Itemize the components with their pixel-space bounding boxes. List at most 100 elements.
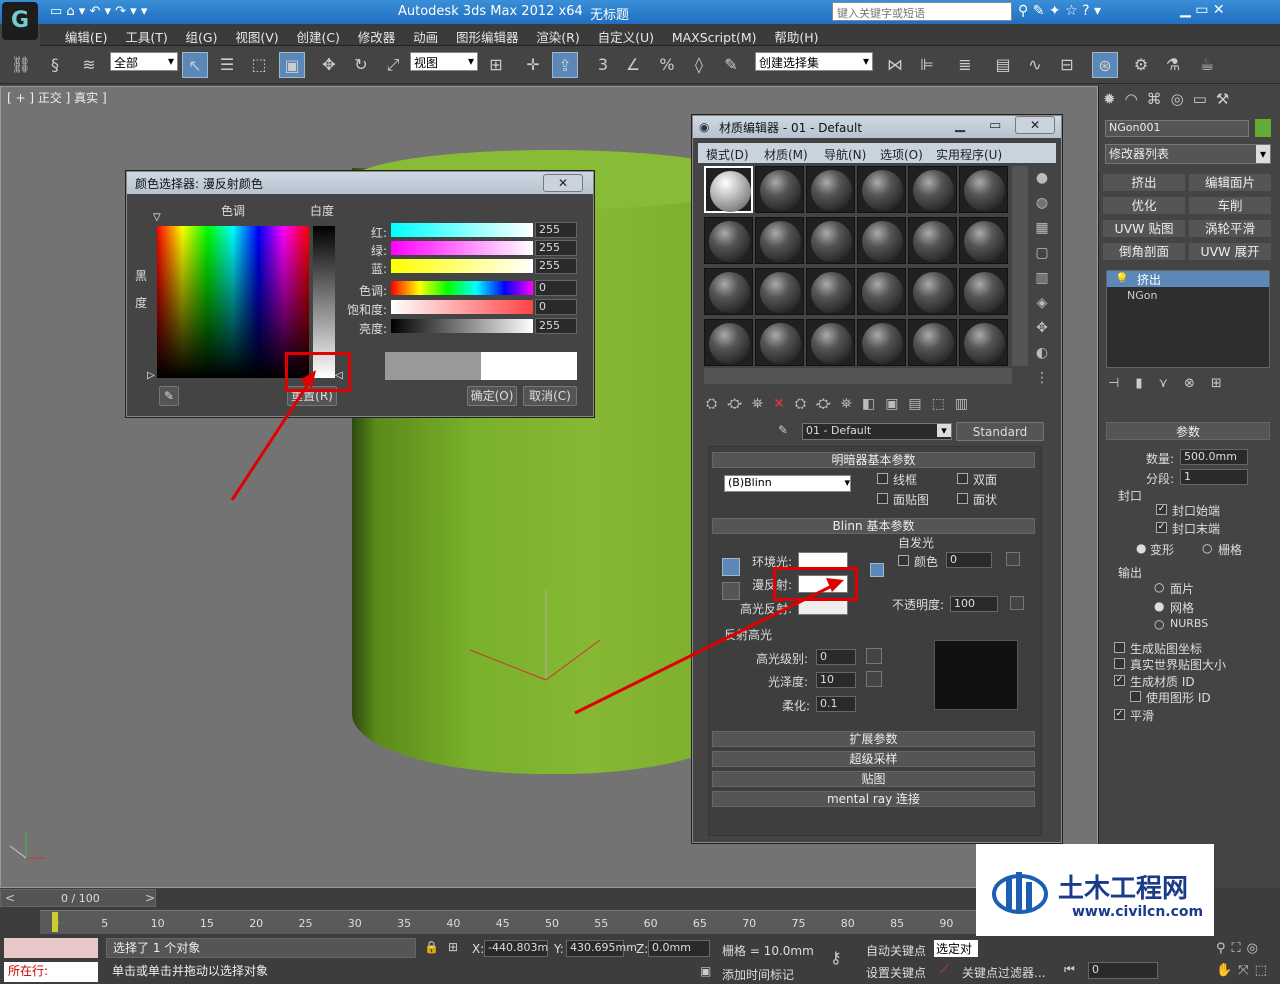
material-name-field[interactable]: 01 - Default ▾ <box>802 423 952 440</box>
sample-slot-sphere[interactable] <box>755 217 804 264</box>
red-value[interactable]: 255 <box>535 222 577 238</box>
opacity-value[interactable]: 100 <box>950 596 998 612</box>
app-logo-icon[interactable]: G <box>2 2 38 40</box>
optimize-button[interactable]: 优化 <box>1102 196 1186 215</box>
sample-slot-sphere[interactable] <box>959 319 1008 366</box>
sample-slot-sphere[interactable] <box>857 319 906 366</box>
sample-slot-sphere[interactable] <box>806 319 855 366</box>
nurbs-radio[interactable]: ○ <box>1154 617 1164 631</box>
lock-specular-icon[interactable] <box>870 563 884 577</box>
gen-matid-checkbox[interactable]: ✓ <box>1114 675 1125 686</box>
stack-toolbar[interactable]: ⊣▮⋎⊗⊞ <box>1108 376 1272 396</box>
self-illum-value[interactable]: 0 <box>946 552 992 568</box>
sample-slot-sphere[interactable] <box>755 319 804 366</box>
rollout-parameters[interactable]: 参数 <box>1106 422 1270 440</box>
ref-coord-dropdown[interactable]: 视图 ▾ <box>410 52 478 71</box>
link-icon[interactable]: ⛓ <box>8 52 34 78</box>
bulb-icon[interactable]: 💡 <box>1115 272 1129 285</box>
render-setup-icon[interactable]: ⚙ <box>1128 52 1154 78</box>
menu-material[interactable]: 材质(M) <box>764 146 808 163</box>
sample-slot-sphere[interactable] <box>959 268 1008 315</box>
search-input[interactable]: 键入关键字或短语 <box>832 2 1012 21</box>
hue-value[interactable]: 0 <box>535 280 577 296</box>
opacity-map-button[interactable] <box>1010 596 1024 610</box>
z-coord[interactable]: 0.0mm <box>648 940 710 957</box>
slots-hscrollbar[interactable] <box>704 368 1012 384</box>
sample-slot-sphere[interactable] <box>704 319 753 366</box>
sample-slot-sphere[interactable] <box>806 268 855 315</box>
move-icon[interactable]: ✥ <box>316 52 342 78</box>
select-object-icon[interactable]: ↖ <box>182 52 208 78</box>
stack-item-ngon[interactable]: NGon <box>1127 289 1157 302</box>
unlink-icon[interactable]: § <box>42 52 68 78</box>
rollout-supersampling[interactable]: 超级采样 <box>712 751 1035 767</box>
edit-named-sel-icon[interactable]: ✎ <box>718 52 744 78</box>
schematic-view-icon[interactable]: ⊟ <box>1054 52 1080 78</box>
rotate-icon[interactable]: ↻ <box>348 52 374 78</box>
spec-level-map-button[interactable] <box>866 648 882 664</box>
brightness-slider[interactable] <box>391 319 533 333</box>
lock-selection-icon[interactable]: 🔒 <box>424 940 439 954</box>
smooth-checkbox[interactable]: ✓ <box>1114 709 1125 720</box>
infocenter-icons[interactable]: ⚲ ✎ ✦ ☆ ? ▾ <box>1018 3 1101 19</box>
rollout-blinn-basic[interactable]: Blinn 基本参数 <box>712 518 1035 534</box>
auto-key-button[interactable]: 自动关键点 <box>866 942 926 959</box>
material-editor-icon[interactable]: ⊛ <box>1092 52 1118 78</box>
key-icon[interactable]: ⚷ <box>830 948 842 967</box>
command-panel-tabs[interactable]: ✹◠⌘◎▭⚒ <box>1103 90 1277 112</box>
sample-slot-sphere[interactable] <box>908 217 957 264</box>
sample-slot-sphere[interactable] <box>959 166 1008 213</box>
sample-slot-sphere[interactable] <box>704 217 753 264</box>
cap-end-checkbox[interactable]: ✓ <box>1156 522 1167 533</box>
time-slider[interactable]: < 0 / 100 > <box>0 889 156 907</box>
material-bottom-toolbar[interactable]: ⛭⛮⛯✕⛭⛮⛯◧▣▤⬚▥ <box>706 396 1046 416</box>
align-icon[interactable]: ⊫ <box>914 52 940 78</box>
keyboard-shortcut-icon[interactable]: ⇪ <box>552 52 578 78</box>
object-color-swatch[interactable] <box>1255 119 1271 137</box>
quick-access-toolbar[interactable]: ▭ ⌂ ▾ ↶ ▾ ↷ ▾ ▾ <box>50 4 147 19</box>
spec-level-value[interactable]: 0 <box>816 649 856 665</box>
two-sided-checkbox[interactable] <box>957 473 968 484</box>
shader-dropdown[interactable]: (B)Blinn ▾ <box>724 475 851 492</box>
menu-options[interactable]: 选项(O) <box>880 146 923 163</box>
rollout-extended[interactable]: 扩展参数 <box>712 731 1035 747</box>
sample-slot-sphere[interactable] <box>959 217 1008 264</box>
graphite-icon[interactable]: ▤ <box>990 52 1016 78</box>
edit-patch-button[interactable]: 编辑面片 <box>1188 173 1272 192</box>
rect-selection-icon[interactable]: ⬚ <box>246 52 272 78</box>
window-crossing-icon[interactable]: ▣ <box>279 52 305 78</box>
segments-value[interactable]: 1 <box>1180 469 1248 485</box>
close-icon[interactable]: ✕ <box>1015 116 1055 134</box>
grid-radio[interactable]: ○ <box>1202 541 1212 555</box>
cancel-button[interactable]: 取消(C) <box>523 386 577 406</box>
blackness-marker-icon[interactable]: ▷ <box>147 370 155 381</box>
select-manipulate-icon[interactable]: ✛ <box>520 52 546 78</box>
red-slider[interactable] <box>391 223 533 237</box>
transform-mode-icon[interactable]: ⊞ <box>448 940 458 954</box>
sample-slot-sphere[interactable] <box>857 268 906 315</box>
green-slider[interactable] <box>391 241 533 255</box>
self-illum-color-checkbox[interactable] <box>898 555 909 566</box>
pivot-icon[interactable]: ⊞ <box>483 52 509 78</box>
sample-slot-sphere[interactable] <box>806 217 855 264</box>
sample-slot-sphere[interactable] <box>755 166 804 213</box>
layer-manager-icon[interactable]: ≣ <box>952 52 978 78</box>
angle-snap-icon[interactable]: ∠ <box>620 52 646 78</box>
sample-slot-sphere[interactable] <box>704 268 753 315</box>
spinner-snap-icon[interactable]: ◊ <box>686 52 712 78</box>
minimize-icon[interactable]: ▁ <box>955 118 965 133</box>
modifier-list-dropdown[interactable]: 修改器列表 ▾ <box>1105 144 1271 164</box>
use-shape-id-checkbox[interactable] <box>1130 691 1141 702</box>
percent-snap-icon[interactable]: % <box>654 52 680 78</box>
bind-space-warp-icon[interactable]: ≋ <box>76 52 102 78</box>
lathe-button[interactable]: 车削 <box>1188 196 1272 215</box>
maxscript-listener[interactable] <box>4 938 98 958</box>
goto-start-icon[interactable]: ⏮ <box>1064 962 1075 977</box>
rollout-maps[interactable]: 贴图 <box>712 771 1035 787</box>
sample-slot-sphere[interactable] <box>857 217 906 264</box>
faceted-checkbox[interactable] <box>957 493 968 504</box>
viewport-nav-controls[interactable]: ⚲⛶◎ ✋⤧⬚ <box>1216 938 1280 982</box>
side-toolbar[interactable]: ● ◍ ▦ ▢ ▥ ◈ ✥ ◐ ⋮ <box>1030 166 1054 386</box>
ok-button[interactable]: 确定(O) <box>467 386 517 406</box>
menu-maxscript[interactable]: MAXScript(M) <box>665 27 764 48</box>
